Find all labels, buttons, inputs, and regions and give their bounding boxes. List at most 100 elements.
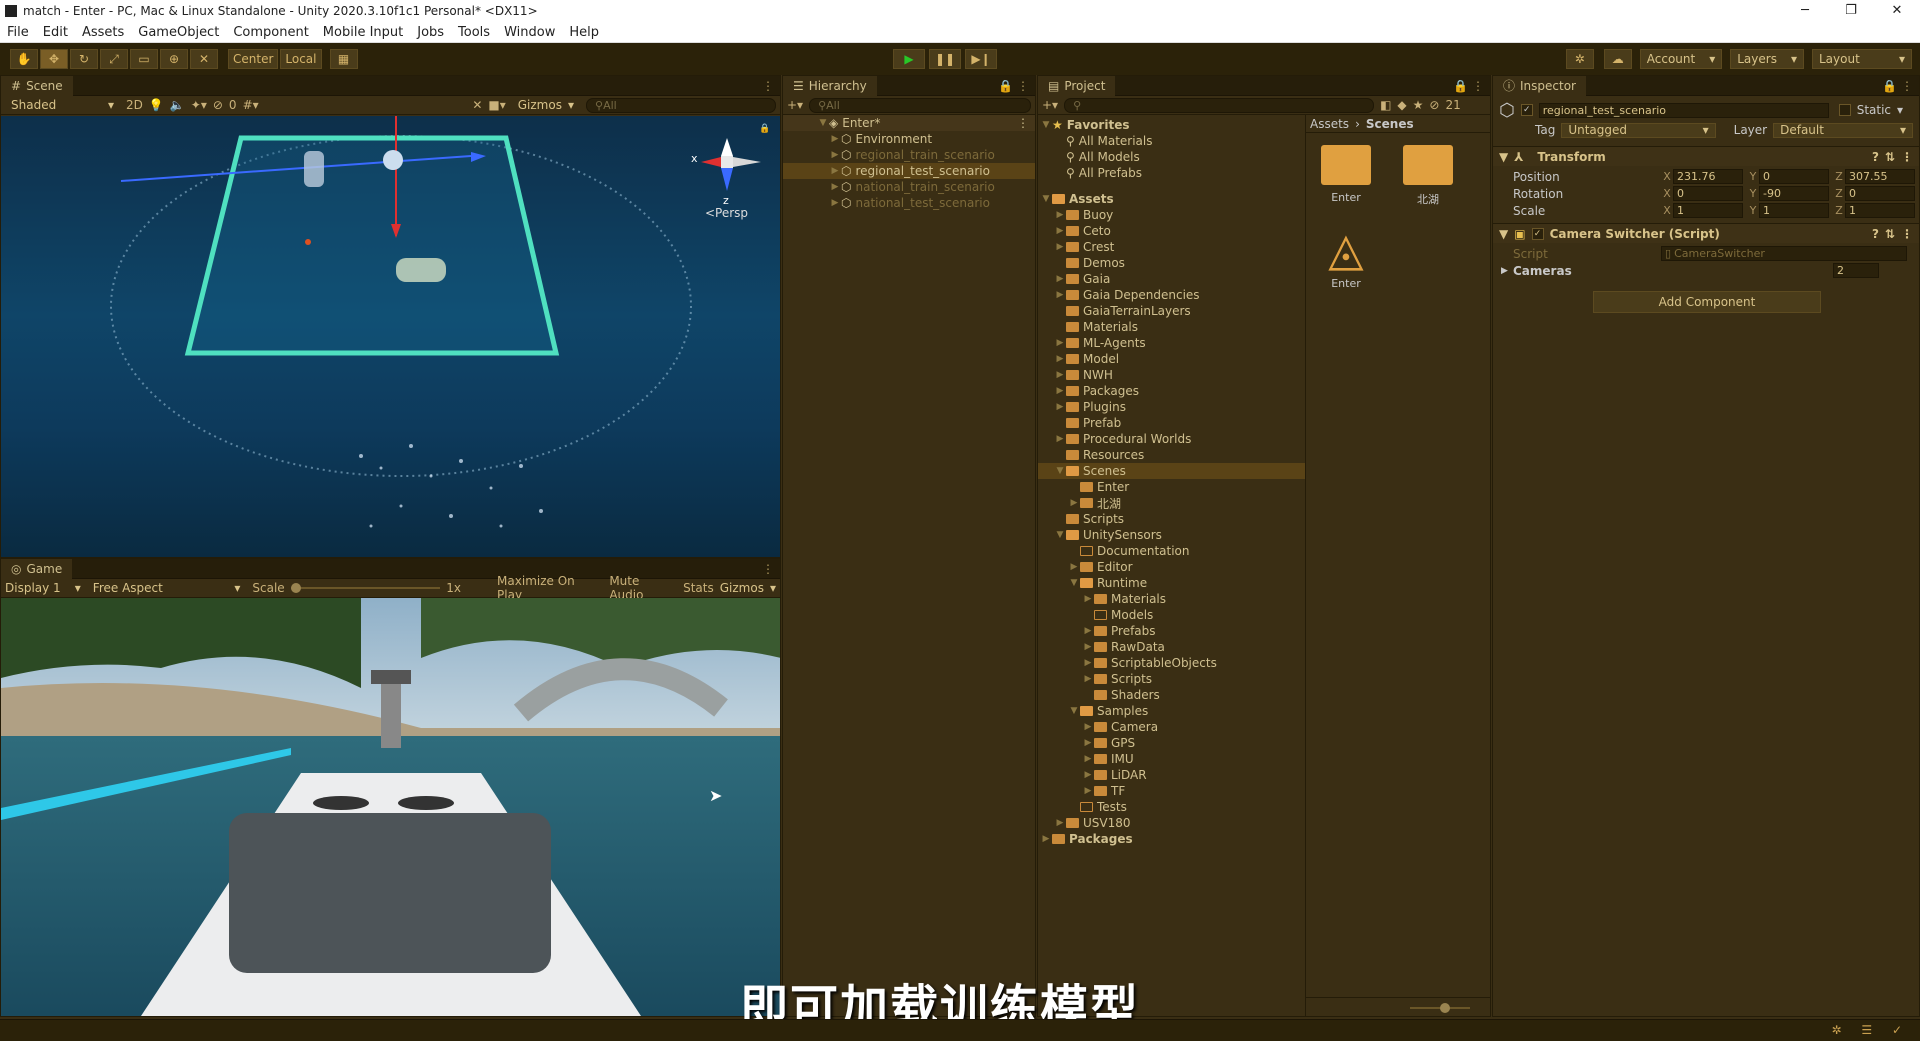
expand-arrow-icon[interactable]: ▶ <box>1054 210 1066 220</box>
expand-arrow-icon[interactable]: ▶ <box>1082 626 1094 636</box>
asset-grid-item[interactable]: 北湖 <box>1396 145 1460 207</box>
mode-2d-button[interactable]: 2D <box>126 98 143 112</box>
rotate-tool-icon[interactable]: ↻ <box>70 49 98 69</box>
hierarchy-item[interactable]: ▶ ⬡ national_train_scenario <box>783 179 1035 195</box>
scale-tool-icon[interactable]: ⤢ <box>100 49 128 69</box>
expand-arrow-icon[interactable]: ▶ <box>829 150 841 160</box>
asset-tree-item[interactable]: Prefab <box>1038 415 1305 431</box>
step-button[interactable]: ▶❙ <box>965 49 997 69</box>
menu-edit[interactable]: Edit <box>36 25 75 40</box>
expand-arrow-icon[interactable]: ▶ <box>1068 498 1080 508</box>
tab-hierarchy[interactable]: ☰ Hierarchy <box>783 76 877 96</box>
breadcrumb-assets[interactable]: Assets <box>1310 117 1349 131</box>
cameras-row[interactable]: ▶ Cameras 2 <box>1493 262 1919 279</box>
lighting-toggle-icon[interactable]: 💡 <box>149 98 164 112</box>
asset-tree-item[interactable]: ▶ LiDAR <box>1038 767 1305 783</box>
tab-project[interactable]: ▤ Project <box>1038 76 1116 96</box>
asset-tree-item[interactable]: ▶ Scripts <box>1038 671 1305 687</box>
asset-tree-item[interactable]: Enter <box>1038 479 1305 495</box>
asset-tree-item[interactable]: ▶ Camera <box>1038 719 1305 735</box>
asset-tree-item[interactable]: ▶ Gaia <box>1038 271 1305 287</box>
scene-viewport[interactable]: x z <Persp 🔒 <box>1 116 780 557</box>
asset-tree-item[interactable]: Demos <box>1038 255 1305 271</box>
rect-tool-icon[interactable]: ▭ <box>130 49 158 69</box>
asset-tree-item[interactable]: Scripts <box>1038 511 1305 527</box>
display-dropdown[interactable]: Display 1 ▾ <box>5 578 81 598</box>
expand-arrow-icon[interactable]: ▶ <box>1501 266 1513 276</box>
layers-dropdown[interactable]: Layers ▾ <box>1730 49 1804 69</box>
expand-arrow-icon[interactable]: ▶ <box>1082 786 1094 796</box>
asset-tree-item[interactable]: ▶ USV180 <box>1038 815 1305 831</box>
menu-assets[interactable]: Assets <box>75 25 131 40</box>
filter-label-icon[interactable]: ◆ <box>1397 98 1406 112</box>
component-enabled-checkbox[interactable]: ✓ <box>1531 227 1544 240</box>
stats-toggle[interactable]: Stats <box>683 581 714 595</box>
hierarchy-scene-root[interactable]: ▼ ◈ Enter* ⋮ <box>783 115 1035 131</box>
scene-search-input[interactable]: ⚲ All <box>586 97 776 113</box>
aspect-dropdown[interactable]: Free Aspect ▾ <box>87 578 247 598</box>
asset-tree-item[interactable]: Shaders <box>1038 687 1305 703</box>
expand-arrow-icon[interactable]: ▼ <box>1068 706 1080 716</box>
layer-dropdown[interactable]: Default ▾ <box>1773 122 1913 138</box>
kebab-menu-icon[interactable]: 🔒 ⋮ <box>1882 79 1919 93</box>
expand-arrow-icon[interactable]: ▶ <box>1054 226 1066 236</box>
asset-tree-item[interactable]: ▼ Scenes <box>1038 463 1305 479</box>
scale-slider-thumb[interactable] <box>290 583 301 593</box>
transform-z-field[interactable]: 1 <box>1845 203 1915 218</box>
static-checkbox[interactable] <box>1838 104 1851 116</box>
favorites-header[interactable]: ▼ ★ Favorites <box>1038 117 1305 133</box>
transform-z-field[interactable]: 307.55 <box>1845 169 1915 184</box>
asset-tree-item[interactable]: ▶ Ceto <box>1038 223 1305 239</box>
kebab-menu-icon[interactable]: ⋮ <box>762 562 780 576</box>
persp-label[interactable]: <Persp <box>705 206 748 220</box>
expand-arrow-icon[interactable]: ▼ <box>1499 227 1508 241</box>
chevron-down-icon[interactable]: ▾ <box>1897 103 1903 117</box>
add-component-button[interactable]: Add Component <box>1593 291 1821 313</box>
asset-tree-item[interactable]: ▶ Prefabs <box>1038 623 1305 639</box>
menu-gameobject[interactable]: GameObject <box>131 25 226 40</box>
transform-x-field[interactable]: 231.76 <box>1673 169 1743 184</box>
move-tool-icon[interactable]: ✥ <box>40 49 68 69</box>
transform-x-field[interactable]: 1 <box>1673 203 1743 218</box>
expand-arrow-icon[interactable]: ▶ <box>1054 242 1066 252</box>
expand-arrow-icon[interactable]: ▼ <box>1499 150 1508 164</box>
tab-inspector[interactable]: ⓘ Inspector <box>1493 76 1586 96</box>
expand-arrow-icon[interactable]: ▶ <box>1054 338 1066 348</box>
favorite-item[interactable]: ⚲ All Models <box>1038 149 1305 165</box>
asset-tree-item[interactable]: ▶ TF <box>1038 783 1305 799</box>
breadcrumb-scenes[interactable]: Scenes <box>1366 117 1414 131</box>
services-icon[interactable]: ✲ <box>1565 49 1594 69</box>
menu-tools[interactable]: Tools <box>451 25 497 40</box>
kebab-menu-icon[interactable]: 🔒 ⋮ <box>998 79 1035 93</box>
asset-tree-item[interactable]: Documentation <box>1038 543 1305 559</box>
custom-tool-icon[interactable]: ✕ <box>190 49 218 69</box>
expand-arrow-icon[interactable]: ▶ <box>1054 434 1066 444</box>
expand-arrow-icon[interactable]: ▶ <box>1054 290 1066 300</box>
lock-icon[interactable]: 🔒 <box>759 124 770 134</box>
hierarchy-item[interactable]: ▶ ⬡ national_test_scenario <box>783 195 1035 211</box>
active-checkbox[interactable]: ✓ <box>1520 104 1533 116</box>
tools-icon[interactable]: ✕ <box>472 98 482 112</box>
hidden-packages-icon[interactable]: ⊘ <box>1429 98 1439 112</box>
menu-jobs[interactable]: Jobs <box>410 25 451 40</box>
menu-help[interactable]: Help <box>562 25 606 40</box>
account-dropdown[interactable]: Account ▾ <box>1639 49 1723 69</box>
asset-tree-item[interactable]: ▶ ScriptableObjects <box>1038 655 1305 671</box>
hierarchy-item[interactable]: ▶ ⬡ regional_test_scenario <box>783 163 1035 179</box>
expand-arrow-icon[interactable]: ▶ <box>1082 722 1094 732</box>
transform-z-field[interactable]: 0 <box>1845 186 1915 201</box>
hierarchy-search-input[interactable]: ⚲ All <box>809 97 1031 113</box>
orientation-gizmo[interactable] <box>701 138 761 191</box>
zoom-slider-thumb[interactable] <box>1440 1003 1450 1013</box>
expand-arrow-icon[interactable]: ▶ <box>829 166 841 176</box>
packages-header[interactable]: ▶ Packages <box>1038 831 1305 847</box>
hand-tool-icon[interactable]: ✋ <box>10 49 38 69</box>
pause-button[interactable]: ❚❚ <box>929 49 961 69</box>
scene-gizmos-dropdown[interactable]: Gizmos ▾ <box>512 95 580 115</box>
menu-window[interactable]: Window <box>497 25 562 40</box>
effects-toggle-icon[interactable]: ✦▾ <box>191 98 207 112</box>
hierarchy-item[interactable]: ▶ ⬡ regional_train_scenario <box>783 147 1035 163</box>
camera-switcher-header[interactable]: ▼ ▣ ✓ Camera Switcher (Script) ? ⇅ ⋮ <box>1493 223 1919 243</box>
asset-tree-item[interactable]: ▶ IMU <box>1038 751 1305 767</box>
kebab-menu-icon[interactable]: ⋮ <box>1901 150 1919 164</box>
